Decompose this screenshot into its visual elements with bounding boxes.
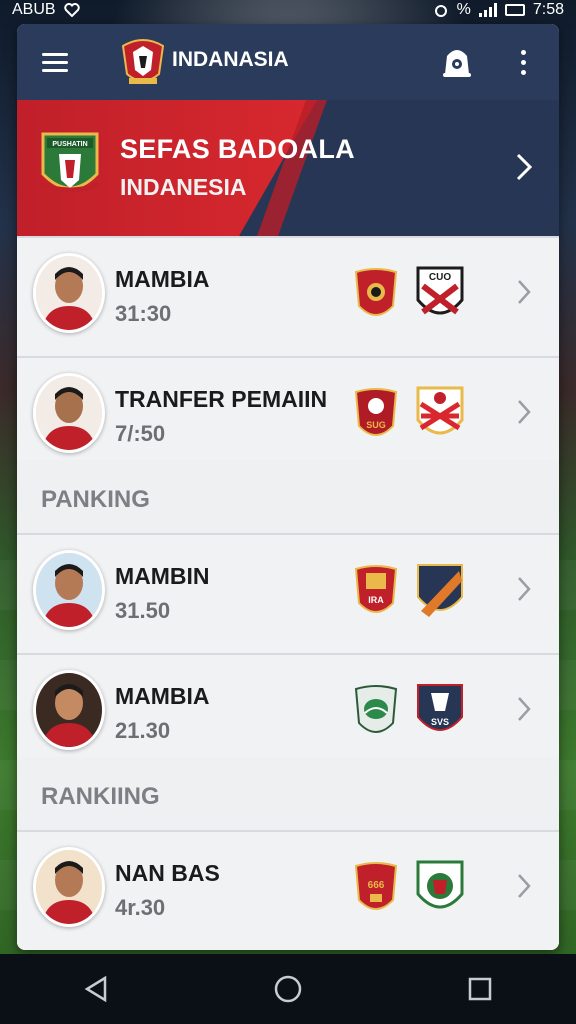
match-row[interactable]: MAMBIA 21.30 SVS [17,653,559,773]
status-extra: % [456,1,471,18]
carrier-label: ABUB [12,1,56,18]
back-triangle-icon [84,975,107,1003]
home-circle-icon [274,975,302,1003]
row-title: MAMBIN [115,563,210,589]
row-title: MAMBIA [115,266,210,292]
battery-icon [504,4,525,16]
team-badge-icon [417,564,463,617]
row-title: NAN BAS [115,860,220,886]
team-badge-icon [354,685,398,733]
chevron-right-icon [518,577,531,601]
badge-text: SUG [366,420,386,430]
chevron-right-icon [518,874,531,898]
row-score: 4r.30 [115,895,166,920]
player-avatar [33,847,105,927]
back-button[interactable] [66,964,126,1014]
row-score: 7/:50 [115,421,166,446]
row-title: MAMBIA [115,683,210,709]
chevron-right-icon [518,400,531,424]
club-crest-icon: PUSHATIN [40,132,100,193]
app-bar: INDANASIA [17,24,559,100]
player-avatar [33,373,105,453]
match-row[interactable]: TRANFER PEMAIIN 7/:50 SUG [17,356,559,476]
badge-text: 666 [368,880,385,891]
team-badge-icon [416,386,464,435]
section-header: PANKING [17,460,559,534]
clock-time: 7:58 [532,1,564,18]
garuda-logo-icon [121,39,165,84]
signal-icon [478,3,497,17]
player-avatar [33,253,105,333]
crest-text: PUSHATIN [52,141,87,148]
recents-button[interactable] [450,964,510,1014]
badge-text: CUO [429,272,451,283]
main-card: INDANASIA PUSHATIN SEFAS BADOALA INDANES… [17,24,559,950]
system-nav-bar [0,954,576,1024]
team-badge-icon: 666 [354,862,398,910]
status-bar: ABUB % 7:58 [0,0,576,20]
row-score: 21.30 [115,718,171,743]
player-avatar [33,550,105,630]
chevron-right-icon [516,153,533,181]
bell-icon[interactable] [439,42,475,82]
recents-square-icon [468,977,492,1001]
match-row[interactable]: NAN BAS 4r.30 666 [17,830,559,950]
chevron-right-icon [518,280,531,304]
row-score: 31.50 [115,598,171,623]
hamburger-icon[interactable] [31,38,79,86]
banner-subtitle: INDANESIA [120,174,247,200]
banner-title: SEFAS BADOALA [120,134,355,164]
match-row[interactable]: MAMBIN 31.50 IRA [17,533,559,653]
team-badge-icon: CUO [416,266,464,315]
team-badge-icon: IRA [354,565,398,613]
section-title: RANKIING [41,783,160,810]
row-title: TRANFER PEMAIIN [115,386,328,412]
app-title: INDANASIA [172,48,289,71]
team-badge-icon: SUG [354,388,398,436]
row-score: 31:30 [115,301,172,326]
section-header: RANKIING [17,757,559,831]
team-badge-icon: SVS [417,684,463,731]
team-badge-icon [354,268,398,316]
badge-text: SVS [431,717,449,727]
featured-banner[interactable]: PUSHATIN SEFAS BADOALA INDANESIA [17,100,559,236]
match-row[interactable]: MAMBIA 31:30 CUO [17,236,559,356]
player-avatar [33,670,105,750]
chevron-right-icon [518,697,531,721]
team-badge-icon [416,860,464,909]
badge-text: IRA [368,595,384,605]
more-vertical-icon[interactable] [511,44,535,80]
heart-icon [63,3,80,17]
home-button[interactable] [258,964,318,1014]
section-title: PANKING [41,486,150,513]
alarm-icon [434,5,447,17]
